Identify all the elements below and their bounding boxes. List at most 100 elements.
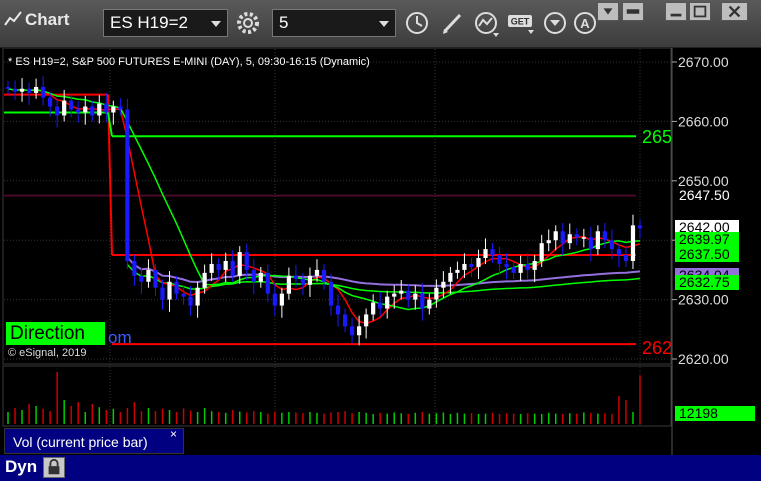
- candle-body: [69, 100, 74, 110]
- volume-bar: [337, 412, 339, 424]
- candle-body: [588, 237, 593, 250]
- interval-field[interactable]: 5: [272, 9, 396, 37]
- candle-body: [188, 296, 193, 306]
- direction-suffix: om: [108, 328, 132, 347]
- lock-icon[interactable]: [43, 457, 65, 478]
- red-level-label: 262: [642, 338, 672, 358]
- candle-body: [342, 314, 348, 327]
- bottom-bar: [0, 455, 761, 481]
- candle-body: [62, 100, 67, 116]
- menu-icon[interactable]: [597, 2, 619, 21]
- candle-body: [286, 275, 291, 294]
- candle-body: [321, 269, 327, 282]
- candle-body: [216, 263, 221, 270]
- candle-body: [539, 243, 544, 261]
- volume-bar: [70, 406, 72, 424]
- candle-body: [111, 106, 116, 113]
- price-tick-label: 2660.00: [678, 113, 729, 129]
- volume-bar: [63, 400, 65, 424]
- volume-bar: [379, 412, 381, 424]
- volume-bar: [224, 412, 227, 424]
- candle-body: [357, 326, 362, 336]
- copyright: © eSignal, 2019: [8, 347, 87, 359]
- close-icon[interactable]: ×: [170, 427, 177, 441]
- volume-bar: [372, 414, 374, 424]
- volume-bar: [210, 411, 213, 424]
- volume-bar: [569, 413, 571, 424]
- volume-bar: [189, 410, 192, 424]
- volume-panel-label[interactable]: Vol (current price bar): [4, 428, 184, 454]
- candle-body: [272, 293, 277, 306]
- study-icon[interactable]: [472, 9, 502, 37]
- volume-bar: [288, 412, 290, 424]
- candle-body: [455, 269, 460, 273]
- volume-bar: [126, 408, 129, 424]
- volume-bar: [154, 411, 157, 424]
- candle-body: [83, 106, 88, 113]
- alert-icon[interactable]: A: [570, 9, 600, 37]
- volume-bar: [632, 412, 634, 424]
- close-icon[interactable]: [721, 2, 748, 21]
- candle-body: [602, 231, 607, 241]
- chart-icon: [4, 10, 22, 28]
- volume-bar: [449, 414, 452, 424]
- candle-body: [630, 225, 636, 261]
- clock-icon[interactable]: [402, 9, 432, 37]
- volume-bar: [147, 408, 150, 424]
- candle-body: [504, 263, 509, 267]
- candle-body: [293, 275, 299, 279]
- candle-body: [413, 293, 418, 300]
- candle-body: [244, 252, 249, 270]
- volume-bar: [21, 410, 23, 424]
- minimize-icon[interactable]: [665, 2, 687, 21]
- chevron-down-icon[interactable]: [211, 21, 221, 27]
- volume-bar: [246, 412, 248, 424]
- candle-body: [448, 272, 453, 282]
- candle-body: [202, 272, 207, 288]
- candle-body: [223, 260, 228, 270]
- title-bar: Chart ES H19=2 5 GET A: [0, 0, 761, 48]
- volume-bar: [576, 413, 578, 424]
- dynamic-mode-label[interactable]: Dyn: [5, 457, 37, 477]
- price-tick-label: 2620.00: [678, 351, 729, 367]
- candle-body: [490, 249, 495, 256]
- maximize-icon[interactable]: [689, 2, 711, 21]
- volume-bar: [393, 412, 395, 424]
- volume-bar: [84, 412, 86, 424]
- volume-bar: [540, 414, 543, 424]
- gear-icon[interactable]: [233, 9, 263, 37]
- volume-bar: [253, 411, 255, 424]
- get-data-icon[interactable]: GET: [506, 9, 536, 37]
- dropdown-circle-icon[interactable]: [540, 9, 570, 37]
- volume-bar: [625, 400, 627, 424]
- candle-body: [560, 231, 565, 244]
- candle-body: [434, 287, 439, 300]
- volume-bar: [105, 410, 108, 424]
- candle-body: [364, 314, 369, 327]
- symbol-field[interactable]: ES H19=2: [103, 9, 228, 37]
- candle-body: [616, 249, 622, 256]
- candle-body: [12, 88, 18, 92]
- price-chart[interactable]: 2670.002660.002650.002640.002630.002620.…: [0, 48, 761, 481]
- volume-bar: [203, 408, 206, 424]
- price-tag: 2647.50: [675, 187, 739, 203]
- volume-bar: [133, 402, 136, 424]
- volume-bar: [351, 413, 353, 424]
- candle-body: [314, 269, 320, 276]
- candle-body: [335, 305, 341, 315]
- candle-body: [406, 290, 411, 300]
- volume-bar: [562, 414, 564, 424]
- pencil-icon[interactable]: [438, 9, 468, 37]
- volume-bar: [526, 413, 529, 424]
- candle-body: [392, 293, 397, 297]
- candle-body: [609, 240, 615, 250]
- link-icon[interactable]: [622, 2, 644, 21]
- svg-text:GET: GET: [511, 17, 530, 27]
- candle-body: [581, 237, 586, 239]
- candle-body: [595, 231, 600, 250]
- candle-body: [328, 281, 334, 306]
- candle-body: [279, 293, 284, 306]
- candle-body: [146, 269, 151, 282]
- volume-bar: [238, 411, 241, 424]
- chevron-down-icon[interactable]: [379, 21, 389, 27]
